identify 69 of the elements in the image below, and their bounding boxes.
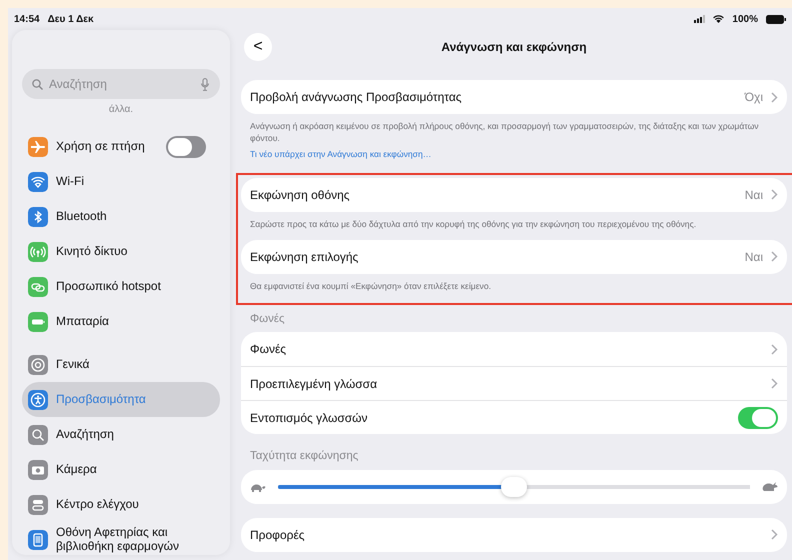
chevron-icon — [771, 378, 778, 390]
sidebar-item[interactable]: Αναζήτηση — [22, 417, 220, 452]
section-footer: Σαρώστε προς τα κάτω με δύο δάχτυλα από την κορυφή της οθόνης για την εκφώνηση του περιεχομένου της οθόνης. — [241, 212, 787, 230]
chevron-icon — [771, 92, 778, 102]
search-field[interactable]: Αναζήτηση — [22, 69, 220, 99]
row-label: Προφορές — [250, 526, 305, 544]
chevron-icon — [771, 189, 778, 200]
battery-icon — [766, 14, 786, 24]
chevron-icon — [771, 529, 778, 540]
sidebar-item-label: Γενικά — [56, 358, 90, 372]
microphone-icon[interactable] — [201, 78, 209, 91]
sidebar-item-label: Προσωπικό hotspot — [56, 280, 161, 294]
row-label: Φωνές — [250, 341, 286, 358]
chevron-icon — [771, 344, 778, 355]
sidebar-item[interactable]: Προσωπικό hotspot — [22, 269, 220, 304]
sidebar-item[interactable]: Κέντρο ελέγχου — [22, 487, 220, 522]
section-footer: Θα εμφανιστεί ένα κουμπί «Εκφώνηση» όταν επιλέξετε κείμενο. — [241, 274, 787, 292]
section-footer: Ανάγνωση ή ακρόαση κειμένου σε προβολή πλήρους οθόνης, και προσαρμογή των γραμματοσειρών, της διάταξης και των χρωμάτων φόντου. — [241, 114, 787, 144]
settings-row[interactable]: Φωνές — [241, 332, 787, 366]
search-icon — [32, 79, 43, 90]
chevron-icon — [771, 251, 778, 262]
page-title: Ανάγνωση και εκφώνηση — [441, 40, 587, 54]
sidebar-item-label: Χρήση σε πτήση — [56, 140, 145, 154]
status-date: Δευ 1 Δεκ — [48, 12, 94, 26]
sidebar-item-label: Κάμερα — [56, 462, 97, 476]
sidebar-item-label: Κέντρο ελέγχου — [56, 498, 139, 512]
settings-row[interactable]: Προφορές — [241, 518, 787, 552]
settings-row[interactable]: Προεπιλεγμένη γλώσσα — [241, 366, 787, 400]
sidebar-item[interactable]: Κάμερα — [22, 452, 220, 487]
status-time: 14:54 — [14, 12, 40, 26]
settings-row[interactable]: Εκφώνηση οθόνης Ναι — [241, 178, 787, 212]
sidebar-item[interactable]: Bluetooth — [22, 199, 220, 234]
sidebar-item-label: Προσβασιμότητα — [56, 392, 146, 406]
rabbit-icon — [762, 481, 778, 492]
signal-icon — [694, 15, 706, 23]
sidebar-item[interactable]: Μπαταρία — [22, 304, 220, 339]
row-label: Εντοπισμός γλωσσών — [250, 410, 368, 427]
row-value: Όχι — [744, 89, 763, 106]
sidebar-item-label: Bluetooth — [56, 210, 107, 224]
battery-percentage: 100% — [732, 12, 758, 26]
toggle-switch[interactable] — [166, 136, 206, 158]
slider-thumb[interactable] — [501, 476, 527, 497]
settings-row[interactable]: Εντοπισμός γλωσσών — [241, 400, 787, 434]
sidebar-item[interactable]: Οθόνη Αφετηρίας και βιβλιοθήκη εφαρμογών — [22, 522, 220, 557]
sidebar-item-label: Κινητό δίκτυο — [56, 244, 128, 258]
sidebar-item[interactable]: Γενικά — [22, 347, 220, 382]
partial-text: άλλα. — [108, 103, 134, 117]
sidebar-item-label: Αναζήτηση — [56, 428, 114, 442]
row-value: Ναι — [744, 248, 763, 266]
wifi-icon — [713, 15, 724, 23]
row-label: Εκφώνηση οθόνης — [250, 186, 350, 204]
row-label: Προβολή ανάγνωσης Προσβασιμότητας — [250, 89, 462, 106]
settings-row[interactable]: Προβολή ανάγνωσης Προσβασιμότητας Όχι — [241, 80, 787, 114]
back-button[interactable]: < — [244, 33, 272, 61]
whats-new-link[interactable]: Τι νέο υπάρχει στην Ανάγνωση και εκφώνηση… — [250, 149, 432, 160]
turtle-icon — [250, 482, 266, 492]
sidebar-item-label: Οθόνη Αφετηρίας και βιβλιοθήκη εφαρμογών — [56, 526, 180, 554]
row-label: Εκφώνηση επιλογής — [250, 248, 358, 266]
section-header: Ταχύτητα εκφώνησης — [249, 449, 360, 464]
row-value: Ναι — [744, 186, 763, 204]
toggle-switch[interactable] — [738, 406, 778, 429]
settings-row[interactable]: Εκφώνηση επιλογής Ναι — [241, 240, 787, 274]
row-label: Προεπιλεγμένη γλώσσα — [250, 376, 378, 393]
sidebar-item[interactable]: Χρήση σε πτήση — [22, 129, 220, 164]
sidebar-item-label: Wi-Fi — [56, 174, 84, 188]
sidebar-item[interactable]: Wi-Fi — [22, 164, 220, 199]
section-header: Φωνές — [249, 312, 286, 328]
sidebar-item-label: Μπαταρία — [56, 314, 109, 328]
sidebar-item[interactable]: Κινητό δίκτυο — [22, 234, 220, 269]
